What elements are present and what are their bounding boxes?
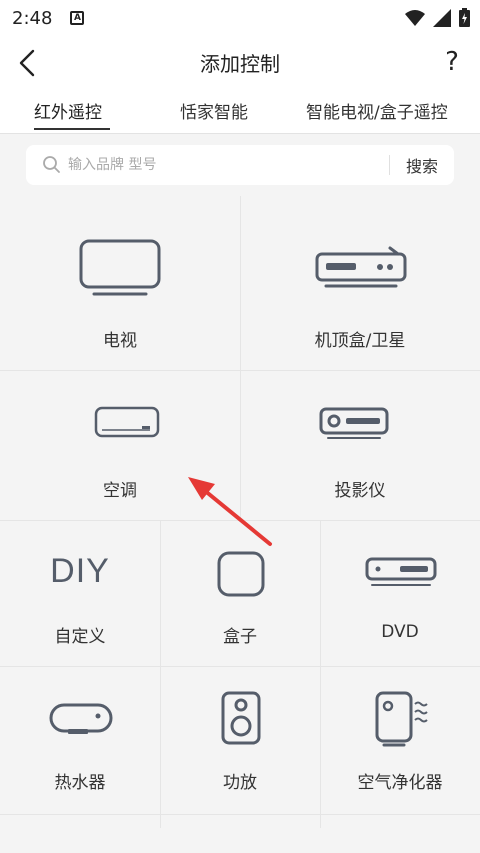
device-grid: 电视 机顶盒/卫星 空调 投影仪 DIY 自定义 盒子 DVD 热水器 功放 空… <box>0 196 480 828</box>
device-air-purifier-label: 空气净化器 <box>357 773 443 793</box>
device-water-heater[interactable]: 热水器 <box>0 666 160 814</box>
projector-icon <box>319 407 389 439</box>
tab-tiqiaa-smart[interactable]: 恬家智能 <box>180 98 248 123</box>
search-icon <box>43 156 60 173</box>
set-top-box-icon <box>315 246 407 288</box>
media-box-icon <box>217 551 265 597</box>
device-air-purifier[interactable]: 空气净化器 <box>320 666 480 814</box>
device-dvd-label: DVD <box>381 622 419 642</box>
device-diy[interactable]: DIY 自定义 <box>0 520 160 666</box>
speaker-icon <box>221 691 261 745</box>
device-diy-label: 自定义 <box>54 627 106 647</box>
wifi-icon <box>405 9 425 26</box>
status-time: 2:48 <box>12 7 53 29</box>
water-heater-icon <box>49 703 113 734</box>
tab-bar: 红外遥控 恬家智能 智能电视/盒子遥控 <box>0 90 480 134</box>
tab-infrared[interactable]: 红外遥控 <box>34 98 102 123</box>
app-header: 添加控制 ? <box>0 36 480 90</box>
help-button[interactable]: ? <box>438 44 466 80</box>
device-amplifier[interactable]: 功放 <box>160 666 320 814</box>
device-tv[interactable]: 电视 <box>0 196 240 370</box>
search-input[interactable] <box>68 150 389 180</box>
battery-icon <box>459 8 470 27</box>
air-conditioner-icon <box>94 406 160 438</box>
page-title: 添加控制 <box>200 52 280 76</box>
device-stb-label: 机顶盒/卫星 <box>314 331 406 351</box>
status-bar: 2:48 A <box>0 0 480 36</box>
device-water-heater-label: 热水器 <box>54 773 106 793</box>
device-tv-label: 电视 <box>103 331 137 351</box>
device-box-label: 盒子 <box>223 627 257 647</box>
diy-icon: DIY <box>50 552 110 590</box>
status-icons <box>405 8 470 27</box>
signal-icon <box>433 8 451 27</box>
device-ac[interactable]: 空调 <box>0 370 240 520</box>
device-projector[interactable]: 投影仪 <box>240 370 480 520</box>
search-button[interactable]: 搜索 <box>390 153 454 177</box>
device-box[interactable]: 盒子 <box>160 520 320 666</box>
dvd-player-icon <box>365 557 437 586</box>
grid-divider <box>0 814 480 815</box>
search-bar: 搜索 <box>26 145 454 185</box>
device-amplifier-label: 功放 <box>223 773 257 793</box>
device-ac-label: 空调 <box>103 481 137 501</box>
notification-icon: A <box>70 11 85 25</box>
device-stb[interactable]: 机顶盒/卫星 <box>240 196 480 370</box>
air-purifier-icon <box>375 691 428 747</box>
tab-active-indicator <box>34 128 110 130</box>
device-projector-label: 投影仪 <box>334 481 386 501</box>
tab-smart-tv-box[interactable]: 智能电视/盒子遥控 <box>306 98 448 123</box>
tv-icon <box>79 239 161 296</box>
device-dvd[interactable]: DVD <box>320 520 480 666</box>
